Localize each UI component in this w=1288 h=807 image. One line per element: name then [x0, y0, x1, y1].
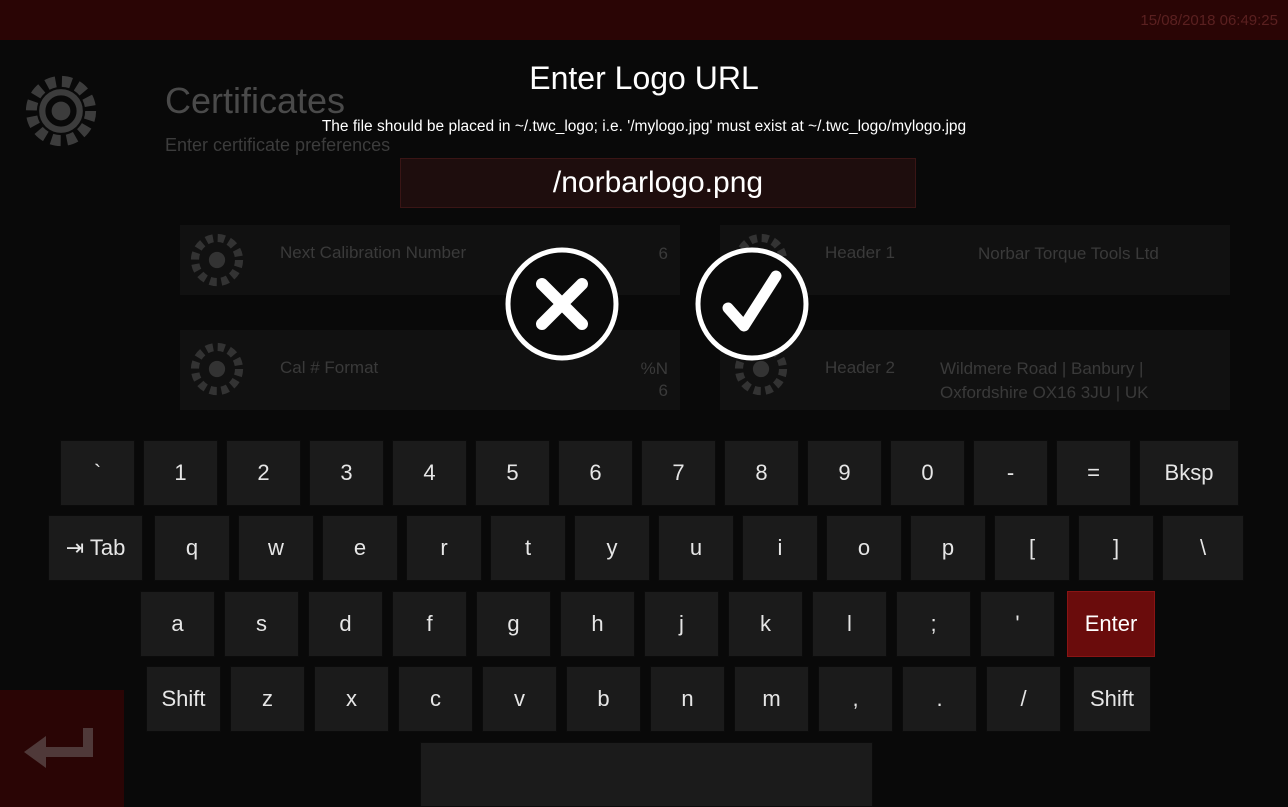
setting-value: 6: [658, 244, 668, 263]
key-s[interactable]: s: [224, 591, 299, 657]
key-x[interactable]: x: [314, 666, 389, 732]
key-comma[interactable]: ,: [818, 666, 893, 732]
key-j[interactable]: j: [644, 591, 719, 657]
key-a[interactable]: a: [140, 591, 215, 657]
key-u[interactable]: u: [658, 515, 734, 581]
key-slash[interactable]: /: [986, 666, 1061, 732]
key-t[interactable]: t: [490, 515, 566, 581]
key-8[interactable]: 8: [724, 440, 799, 506]
key-space[interactable]: [420, 742, 873, 807]
key-p[interactable]: p: [910, 515, 986, 581]
setting-value-line2: Oxfordshire OX16 3JU | UK: [940, 383, 1149, 402]
key-backslash[interactable]: \: [1162, 515, 1244, 581]
key-6[interactable]: 6: [558, 440, 633, 506]
key-enter[interactable]: Enter: [1067, 591, 1155, 657]
cancel-button[interactable]: [504, 246, 620, 362]
key-period[interactable]: .: [902, 666, 977, 732]
key-r[interactable]: r: [406, 515, 482, 581]
key-tab[interactable]: ⇥ Tab: [48, 515, 143, 581]
key-k[interactable]: k: [728, 591, 803, 657]
setting-value-line1: Wildmere Road | Banbury |: [940, 359, 1144, 378]
key-q[interactable]: q: [154, 515, 230, 581]
gear-icon: [190, 342, 244, 396]
key-c[interactable]: c: [398, 666, 473, 732]
setting-label: Header 1: [825, 243, 895, 262]
setting-label: Header 2: [825, 358, 895, 377]
key-l[interactable]: l: [812, 591, 887, 657]
gear-icon: [190, 233, 244, 287]
key-y[interactable]: y: [574, 515, 650, 581]
key-w[interactable]: w: [238, 515, 314, 581]
status-bar: 15/08/2018 06:49:25: [0, 0, 1288, 40]
key-z[interactable]: z: [230, 666, 305, 732]
page-subtitle: Enter certificate preferences: [165, 135, 391, 155]
screen: 15/08/2018 06:49:25 Certificates Enter c…: [0, 0, 1288, 807]
key-e[interactable]: e: [322, 515, 398, 581]
key-semicolon[interactable]: ;: [896, 591, 971, 657]
setting-label: Next Calibration Number: [280, 243, 467, 262]
key-equals[interactable]: =: [1056, 440, 1131, 506]
key-shift-left[interactable]: Shift: [146, 666, 221, 732]
key-n[interactable]: n: [650, 666, 725, 732]
key-2[interactable]: 2: [226, 440, 301, 506]
dialog-hint: The file should be placed in ~/.twc_logo…: [321, 118, 967, 135]
setting-label: Cal # Format: [280, 358, 379, 377]
key-b[interactable]: b: [566, 666, 641, 732]
key-0[interactable]: 0: [890, 440, 965, 506]
key-d[interactable]: d: [308, 591, 383, 657]
key-v[interactable]: v: [482, 666, 557, 732]
key-minus[interactable]: -: [973, 440, 1048, 506]
key-right-bracket[interactable]: ]: [1078, 515, 1154, 581]
setting-value-line2: 6: [658, 381, 668, 400]
key-g[interactable]: g: [476, 591, 551, 657]
key-1[interactable]: 1: [143, 440, 218, 506]
key-backspace[interactable]: Bksp: [1139, 440, 1239, 506]
key-h[interactable]: h: [560, 591, 635, 657]
key-shift-right[interactable]: Shift: [1073, 666, 1151, 732]
key-7[interactable]: 7: [641, 440, 716, 506]
logo-url-input[interactable]: /norbarlogo.png: [400, 158, 916, 208]
key-backtick[interactable]: `: [60, 440, 135, 506]
key-5[interactable]: 5: [475, 440, 550, 506]
key-4[interactable]: 4: [392, 440, 467, 506]
key-i[interactable]: i: [742, 515, 818, 581]
key-9[interactable]: 9: [807, 440, 882, 506]
clock: 15/08/2018 06:49:25: [1140, 12, 1278, 29]
back-button[interactable]: [0, 690, 124, 807]
key-f[interactable]: f: [392, 591, 467, 657]
confirm-button[interactable]: [694, 246, 810, 362]
dialog-title: Enter Logo URL: [529, 60, 759, 96]
key-3[interactable]: 3: [309, 440, 384, 506]
back-arrow-icon: [24, 728, 93, 768]
key-o[interactable]: o: [826, 515, 902, 581]
setting-value: Norbar Torque Tools Ltd: [978, 244, 1159, 263]
key-left-bracket[interactable]: [: [994, 515, 1070, 581]
key-m[interactable]: m: [734, 666, 809, 732]
key-quote[interactable]: ': [980, 591, 1055, 657]
